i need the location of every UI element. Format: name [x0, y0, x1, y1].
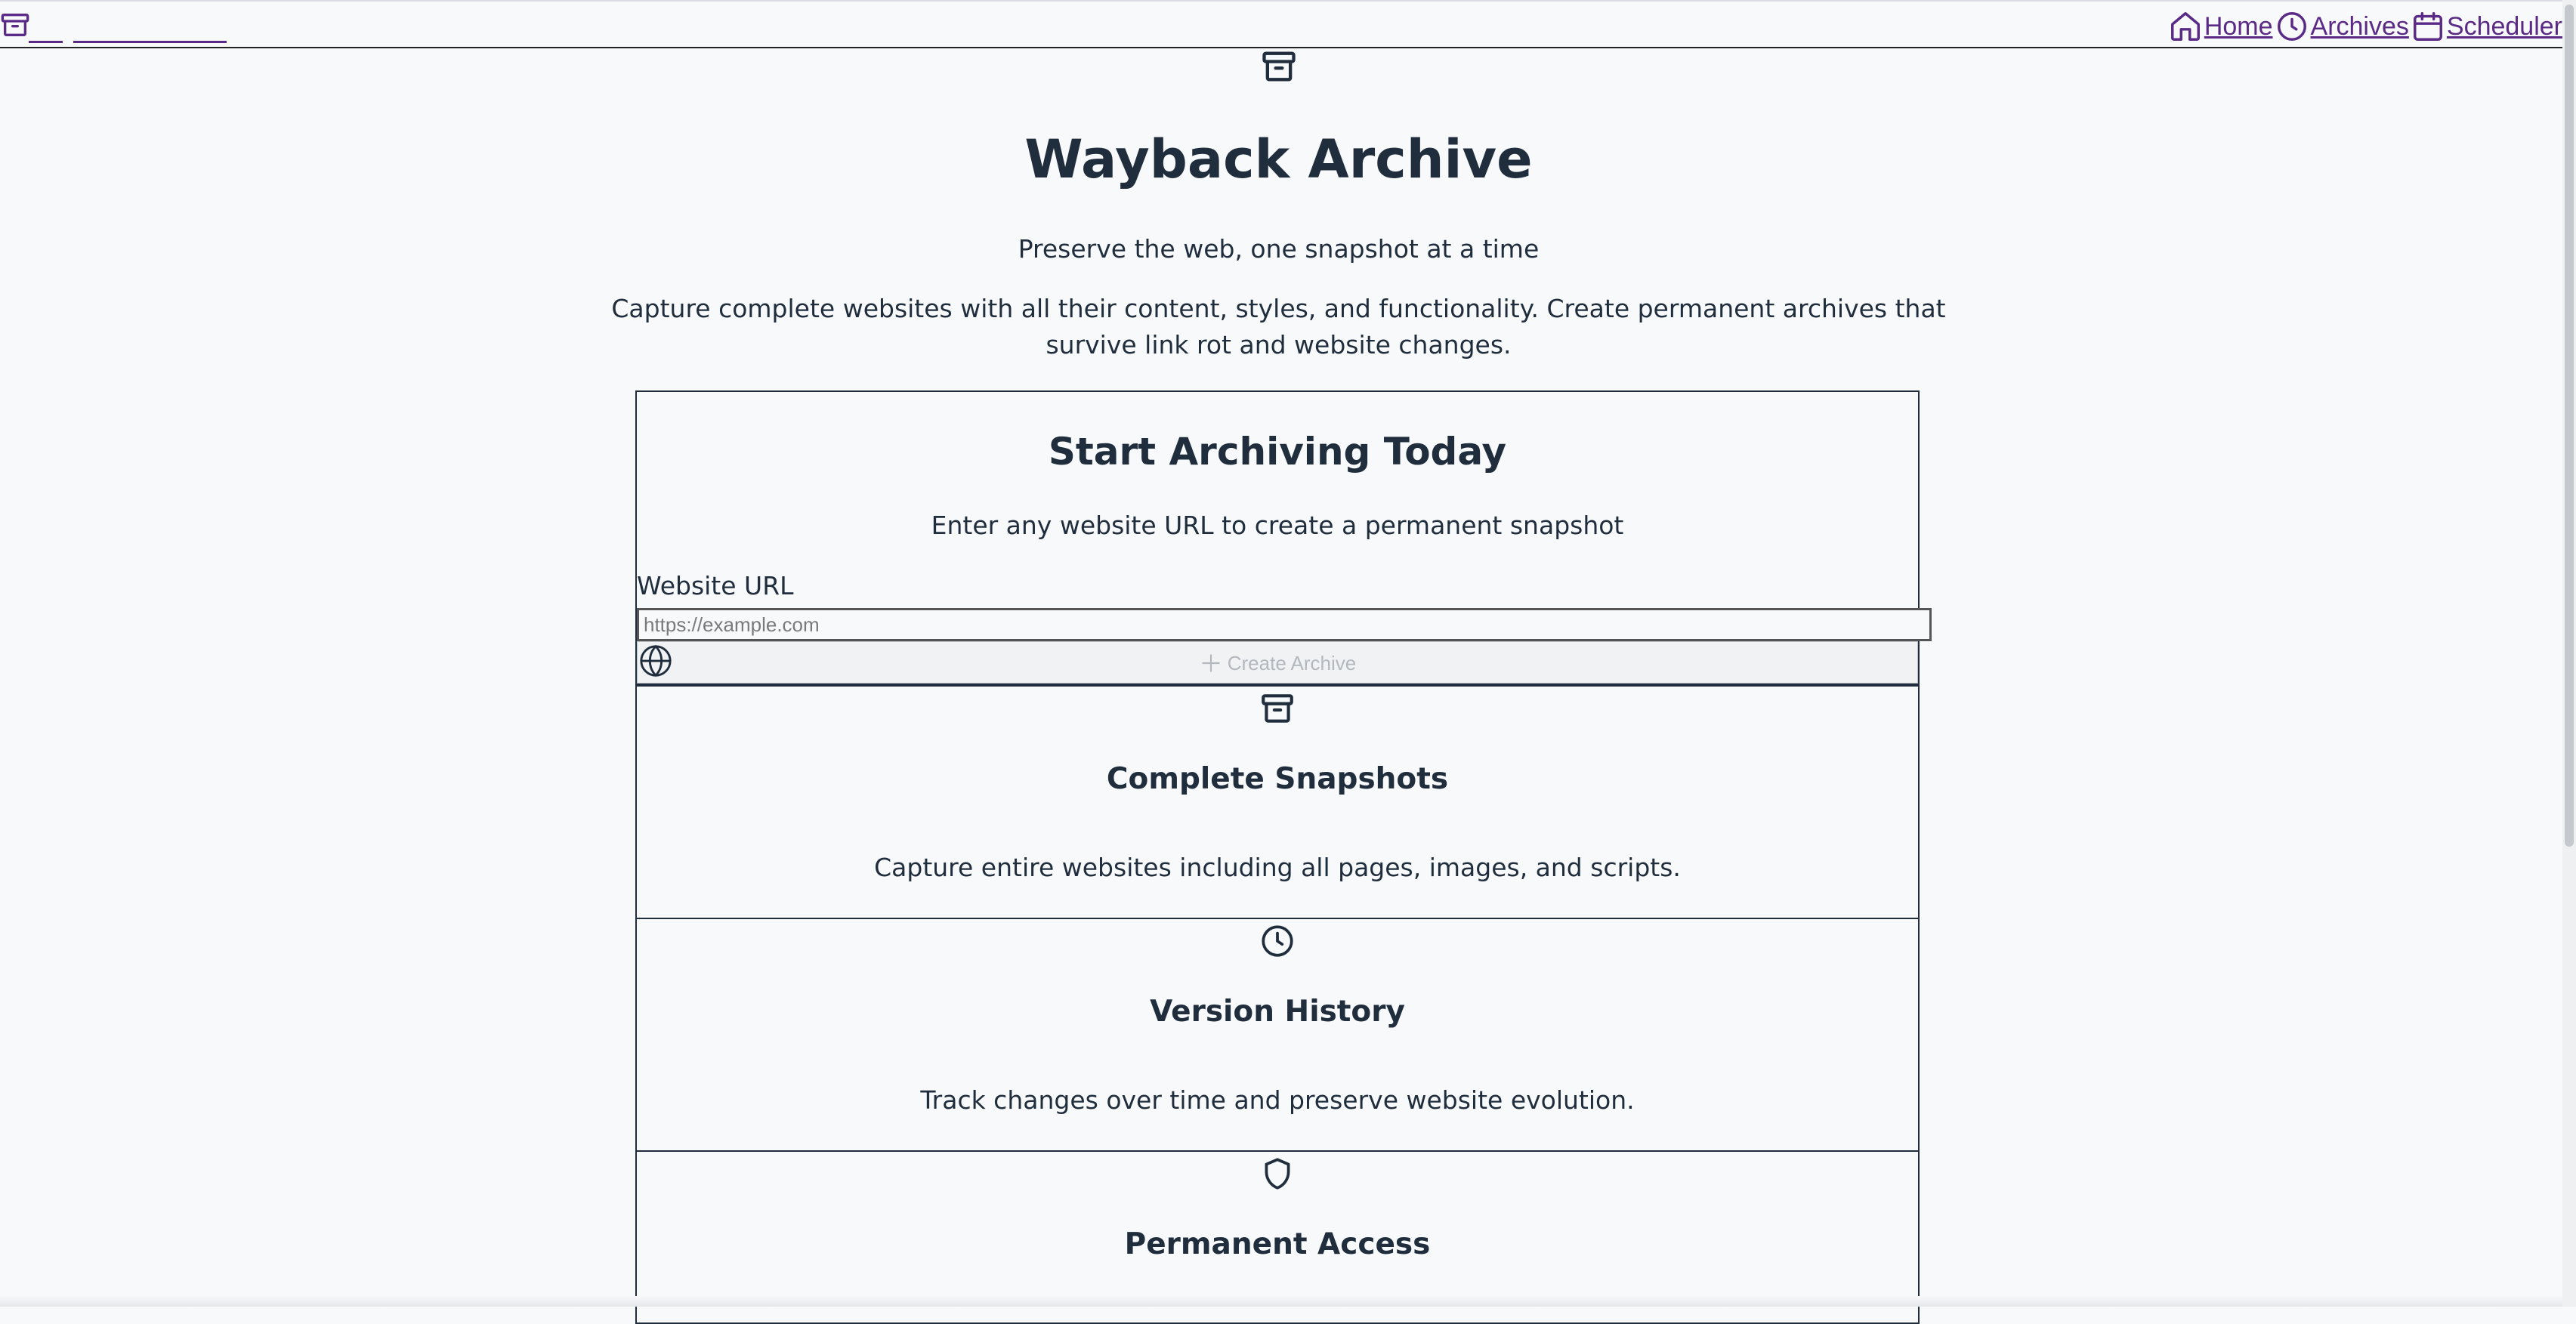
cta-subtitle: Enter any website URL to create a perman… [931, 511, 1624, 540]
nav-archives-link[interactable]: Archives [2275, 9, 2409, 44]
archive-box-icon [1, 14, 29, 36]
hero-description-line2: survive link rot and website changes. [1046, 330, 1512, 360]
top-navbar: Home Archives Scheduler [0, 0, 2562, 48]
page-title: Wayback Archive [1024, 128, 1533, 190]
clock-icon [2277, 12, 2306, 41]
scrollbar-thumb[interactable] [2565, 5, 2574, 847]
feature-card-history: Version History Track changes over time … [635, 918, 1920, 1152]
plus-icon [1202, 654, 1220, 672]
brand-logo-link[interactable] [0, 6, 30, 44]
start-archiving-card: Start Archiving Today Enter any website … [635, 390, 1932, 685]
nav-archives-label: Archives [2310, 11, 2409, 41]
url-label: Website URL [637, 571, 794, 600]
hero-icon-wrapper [0, 47, 2557, 89]
nav-scheduler-link[interactable]: Scheduler [2411, 9, 2562, 44]
hero-tagline: Preserve the web, one snapshot at a time [1018, 234, 1540, 264]
create-archive-label: Create Archive [1227, 651, 1357, 674]
globe-icon [640, 644, 672, 677]
feature-text: Capture entire websites including all pa… [874, 853, 1681, 882]
bottom-fade [0, 1296, 2562, 1307]
url-input[interactable] [637, 608, 1932, 641]
feature-card-snapshots: Complete Snapshots Capture entire websit… [635, 685, 1920, 919]
main-nav: Home Archives Scheduler [2168, 9, 2562, 44]
feature-text: Track changes over time and preserve web… [920, 1085, 1635, 1115]
home-icon [2170, 12, 2200, 41]
nav-scheduler-label: Scheduler [2446, 11, 2562, 41]
nav-home-label: Home [2204, 11, 2273, 41]
calendar-icon [2413, 12, 2442, 41]
feature-title: Version History [1150, 995, 1405, 1029]
shield-icon [1265, 1158, 1290, 1190]
clock-icon [1262, 925, 1293, 957]
archive-box-icon [1262, 694, 1293, 723]
feature-title: Permanent Access [1124, 1227, 1431, 1261]
hero-description-line1: Capture complete websites with all their… [611, 294, 1946, 323]
archive-box-icon [1262, 51, 1296, 82]
cta-title: Start Archiving Today [1048, 430, 1507, 474]
brand-underline-short[interactable] [29, 8, 63, 43]
create-archive-button[interactable]: Create Archive [637, 641, 1918, 684]
brand-underline-long[interactable] [73, 8, 227, 43]
hero-description: Capture complete websites with all their… [0, 291, 2557, 363]
scrollbar[interactable] [2562, 0, 2576, 1307]
feature-title: Complete Snapshots [1106, 762, 1449, 796]
nav-home-link[interactable]: Home [2168, 9, 2273, 44]
